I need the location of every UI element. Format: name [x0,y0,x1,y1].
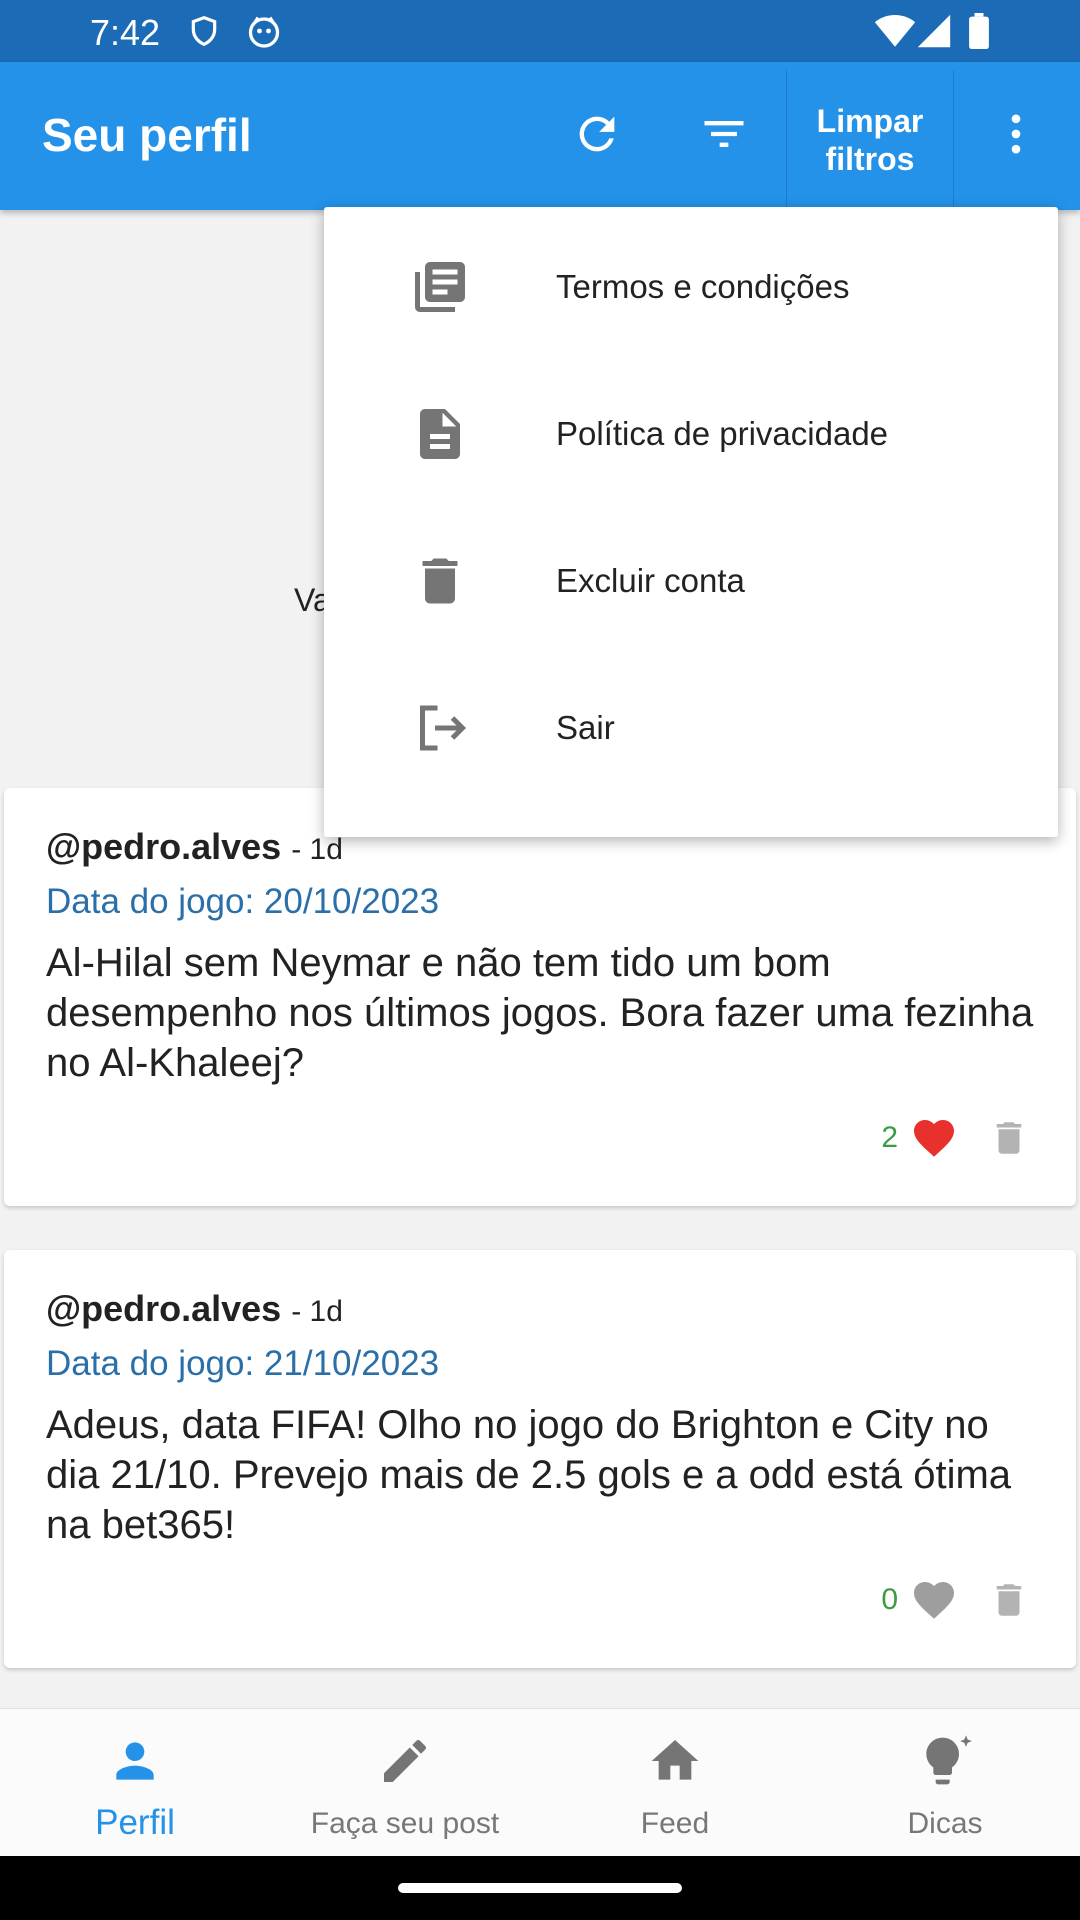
lightbulb-icon [810,1733,1080,1789]
menu-item-label: Excluir conta [556,561,745,599]
app-bar: Seu perfil Limpar filtros [0,62,1080,210]
status-bar: 7:42 [0,0,1080,62]
nav-item-faca-seu-post[interactable]: Faça seu post [270,1709,540,1857]
clear-filters-button[interactable]: Limpar filtros [786,70,954,210]
post-actions: 2 [881,1114,1030,1162]
nav-item-dicas[interactable]: Dicas [810,1709,1080,1857]
status-time: 7:42 [90,12,161,53]
menu-item-label: Sair [556,708,615,746]
like-count: 0 [881,1583,898,1616]
post-time-ago: - 1d [291,833,343,866]
delete-post-icon[interactable] [988,1577,1030,1623]
menu-item-label: Política de privacidade [556,414,889,452]
logout-icon [410,698,470,758]
menu-item-privacy-policy[interactable]: Política de privacidade [324,360,1058,507]
terms-icon [410,257,470,317]
post-card: @pedro.alves - 1d Data do jogo: 20/10/20… [4,788,1076,1206]
post-header: @pedro.alves - 1d [46,826,343,868]
bottom-navigation: Perfil Faça seu post Feed Dicas [0,1708,1080,1856]
app-notification-icon [246,13,282,54]
post-username[interactable]: @pedro.alves [46,1288,281,1329]
overflow-menu-button[interactable] [976,62,1056,210]
shield-icon [188,13,220,54]
wifi-icon [874,13,916,54]
filter-button[interactable] [684,62,764,210]
nav-label: Dicas [907,1807,983,1840]
post-text: Al-Hilal sem Neymar e não tem tido um bo… [46,941,1034,1085]
post-time-ago: - 1d [291,1295,343,1328]
battery-icon [968,13,990,54]
menu-item-logout[interactable]: Sair [324,654,1058,801]
heart-icon[interactable] [910,1576,958,1624]
menu-item-terms[interactable]: Termos e condições [324,213,1058,360]
menu-item-label: Termos e condições [556,267,850,305]
home-icon [540,1733,810,1789]
nav-item-perfil[interactable]: Perfil [0,1709,270,1857]
person-icon [0,1733,270,1789]
post-actions: 0 [881,1576,1030,1624]
trash-icon [410,551,470,611]
like-count: 2 [881,1121,898,1154]
post-username[interactable]: @pedro.alves [46,826,281,867]
post-game-date: Data do jogo: 21/10/2023 [46,1344,440,1383]
nav-label: Perfil [95,1803,175,1842]
pencil-icon [270,1733,540,1789]
clear-filters-label: Limpar filtros [816,103,924,177]
delete-post-icon[interactable] [988,1115,1030,1161]
post-card: @pedro.alves - 1d Data do jogo: 21/10/20… [4,1250,1076,1668]
refresh-icon [571,108,623,165]
menu-item-delete-account[interactable]: Excluir conta [324,507,1058,654]
nav-label: Feed [640,1807,710,1840]
heart-icon[interactable] [910,1114,958,1162]
post-header: @pedro.alves - 1d [46,1288,343,1330]
nav-label: Faça seu post [310,1807,500,1840]
more-vert-icon [990,108,1042,165]
refresh-button[interactable] [557,62,637,210]
home-gesture-handle[interactable] [398,1883,682,1893]
system-navigation-bar [0,1856,1080,1920]
page-title: Seu perfil [42,109,252,161]
post-text: Adeus, data FIFA! Olho no jogo do Bright… [46,1403,1012,1547]
overflow-menu: Termos e condições Política de privacida… [324,207,1058,837]
nav-item-feed[interactable]: Feed [540,1709,810,1857]
cellular-signal-icon [916,13,952,54]
document-icon [410,404,470,464]
post-game-date: Data do jogo: 20/10/2023 [46,882,440,921]
filter-icon [698,108,750,165]
